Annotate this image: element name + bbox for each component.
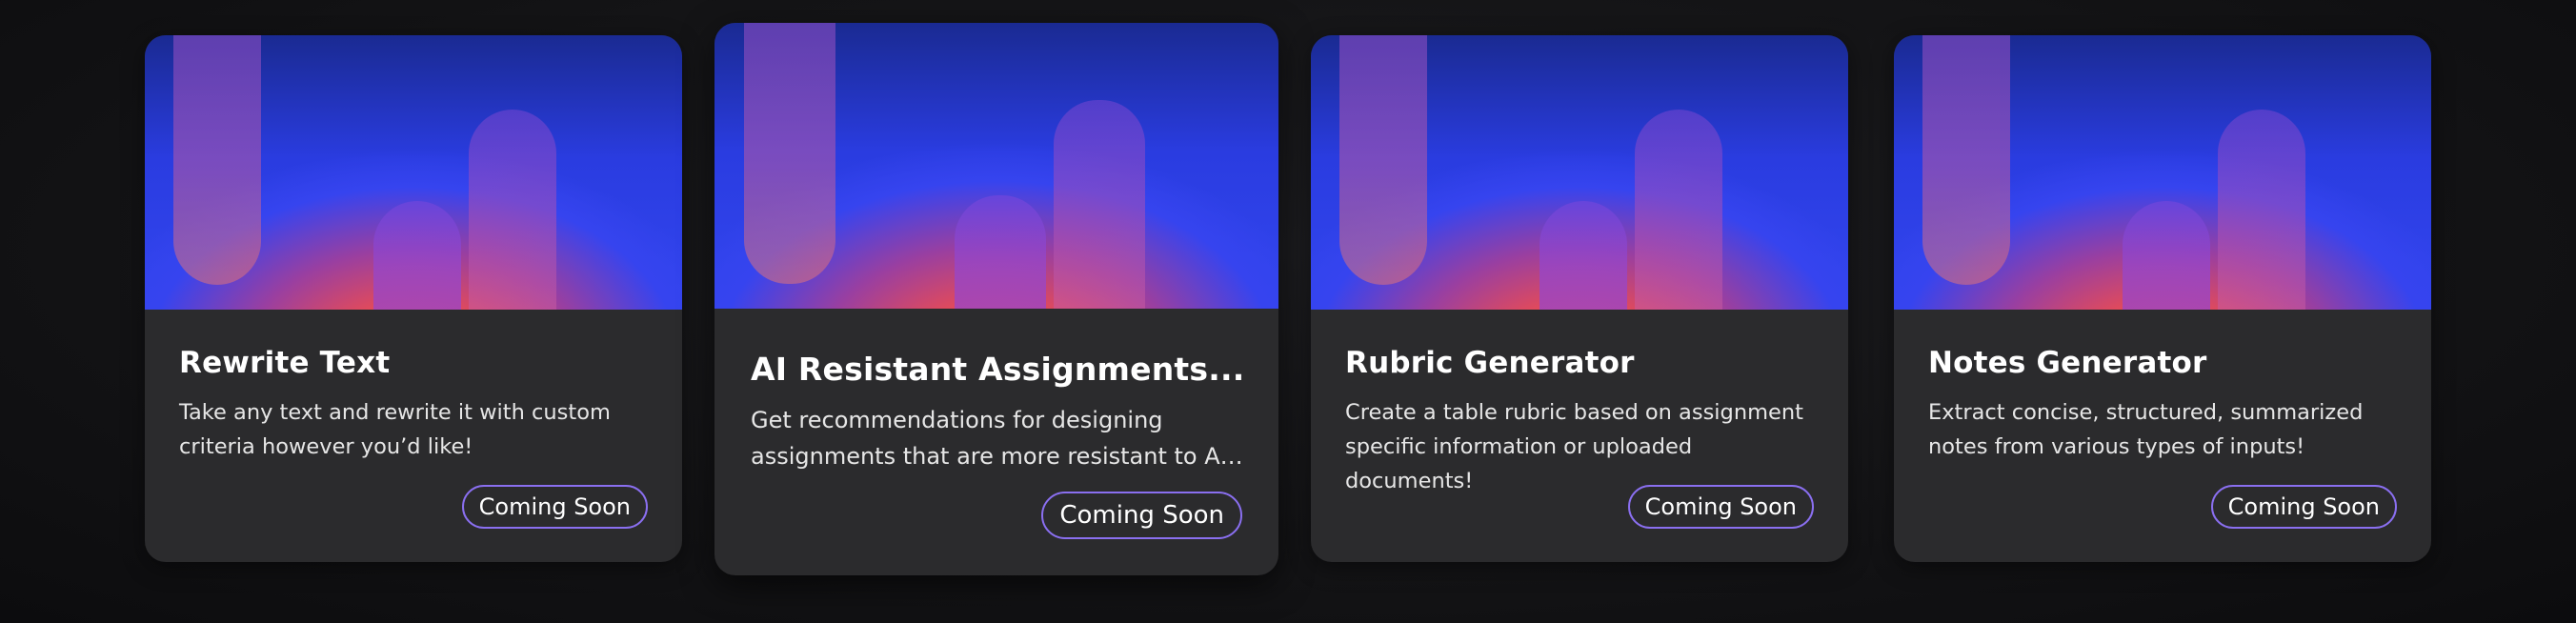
card-title: AI Resistant Assignments...: [751, 351, 1245, 388]
tool-card-ai-resistant-assignments[interactable]: AI Resistant Assignments... Get recommen…: [714, 23, 1278, 575]
card-description-line: assignments that are more resistant to A…: [751, 443, 1246, 470]
coming-soon-button[interactable]: Coming Soon: [1041, 492, 1242, 539]
card-banner-image: [1311, 35, 1848, 310]
tool-card-notes-generator[interactable]: Notes Generator Extract concise, structu…: [1894, 35, 2431, 562]
banner-shape: [1054, 100, 1145, 309]
tool-card-rewrite-text[interactable]: Rewrite Text Take any text and rewrite i…: [145, 35, 682, 562]
tool-card-rubric-generator[interactable]: Rubric Generator Create a table rubric b…: [1311, 35, 1848, 562]
card-banner-image: [714, 23, 1278, 309]
card-description-line: Get recommendations for designing: [751, 407, 1163, 433]
card-banner-image: [145, 35, 682, 310]
card-description: Create a table rubric based on assignmen…: [1345, 400, 1803, 493]
card-title: Rewrite Text: [179, 346, 391, 380]
banner-shape: [2218, 110, 2305, 310]
banner-shape: [469, 110, 556, 310]
card-description: Extract concise, structured, summarized …: [1928, 400, 2364, 459]
card-banner-image: [1894, 35, 2431, 310]
banner-shape: [1339, 35, 1427, 285]
card-description: Get recommendations for designing assign…: [751, 402, 1246, 474]
card-body: Rubric Generator Create a table rubric b…: [1311, 310, 1848, 562]
banner-shape: [2123, 201, 2210, 310]
banner-shape: [1635, 110, 1722, 310]
tool-cards-row: Rewrite Text Take any text and rewrite i…: [0, 0, 2576, 623]
banner-shape: [1540, 201, 1627, 310]
banner-shape: [1922, 35, 2010, 285]
coming-soon-button[interactable]: Coming Soon: [461, 485, 648, 529]
banner-shape: [744, 23, 835, 284]
banner-shape: [173, 35, 261, 285]
banner-shape: [955, 195, 1046, 309]
card-title: Rubric Generator: [1345, 346, 1635, 380]
card-title: Notes Generator: [1928, 346, 2207, 380]
card-body: Rewrite Text Take any text and rewrite i…: [145, 310, 682, 562]
coming-soon-button[interactable]: Coming Soon: [1627, 485, 1814, 529]
coming-soon-button[interactable]: Coming Soon: [2210, 485, 2397, 529]
card-body: Notes Generator Extract concise, structu…: [1894, 310, 2431, 562]
card-body: AI Resistant Assignments... Get recommen…: [714, 309, 1278, 575]
card-description: Take any text and rewrite it with custom…: [179, 400, 611, 459]
banner-shape: [373, 201, 461, 310]
